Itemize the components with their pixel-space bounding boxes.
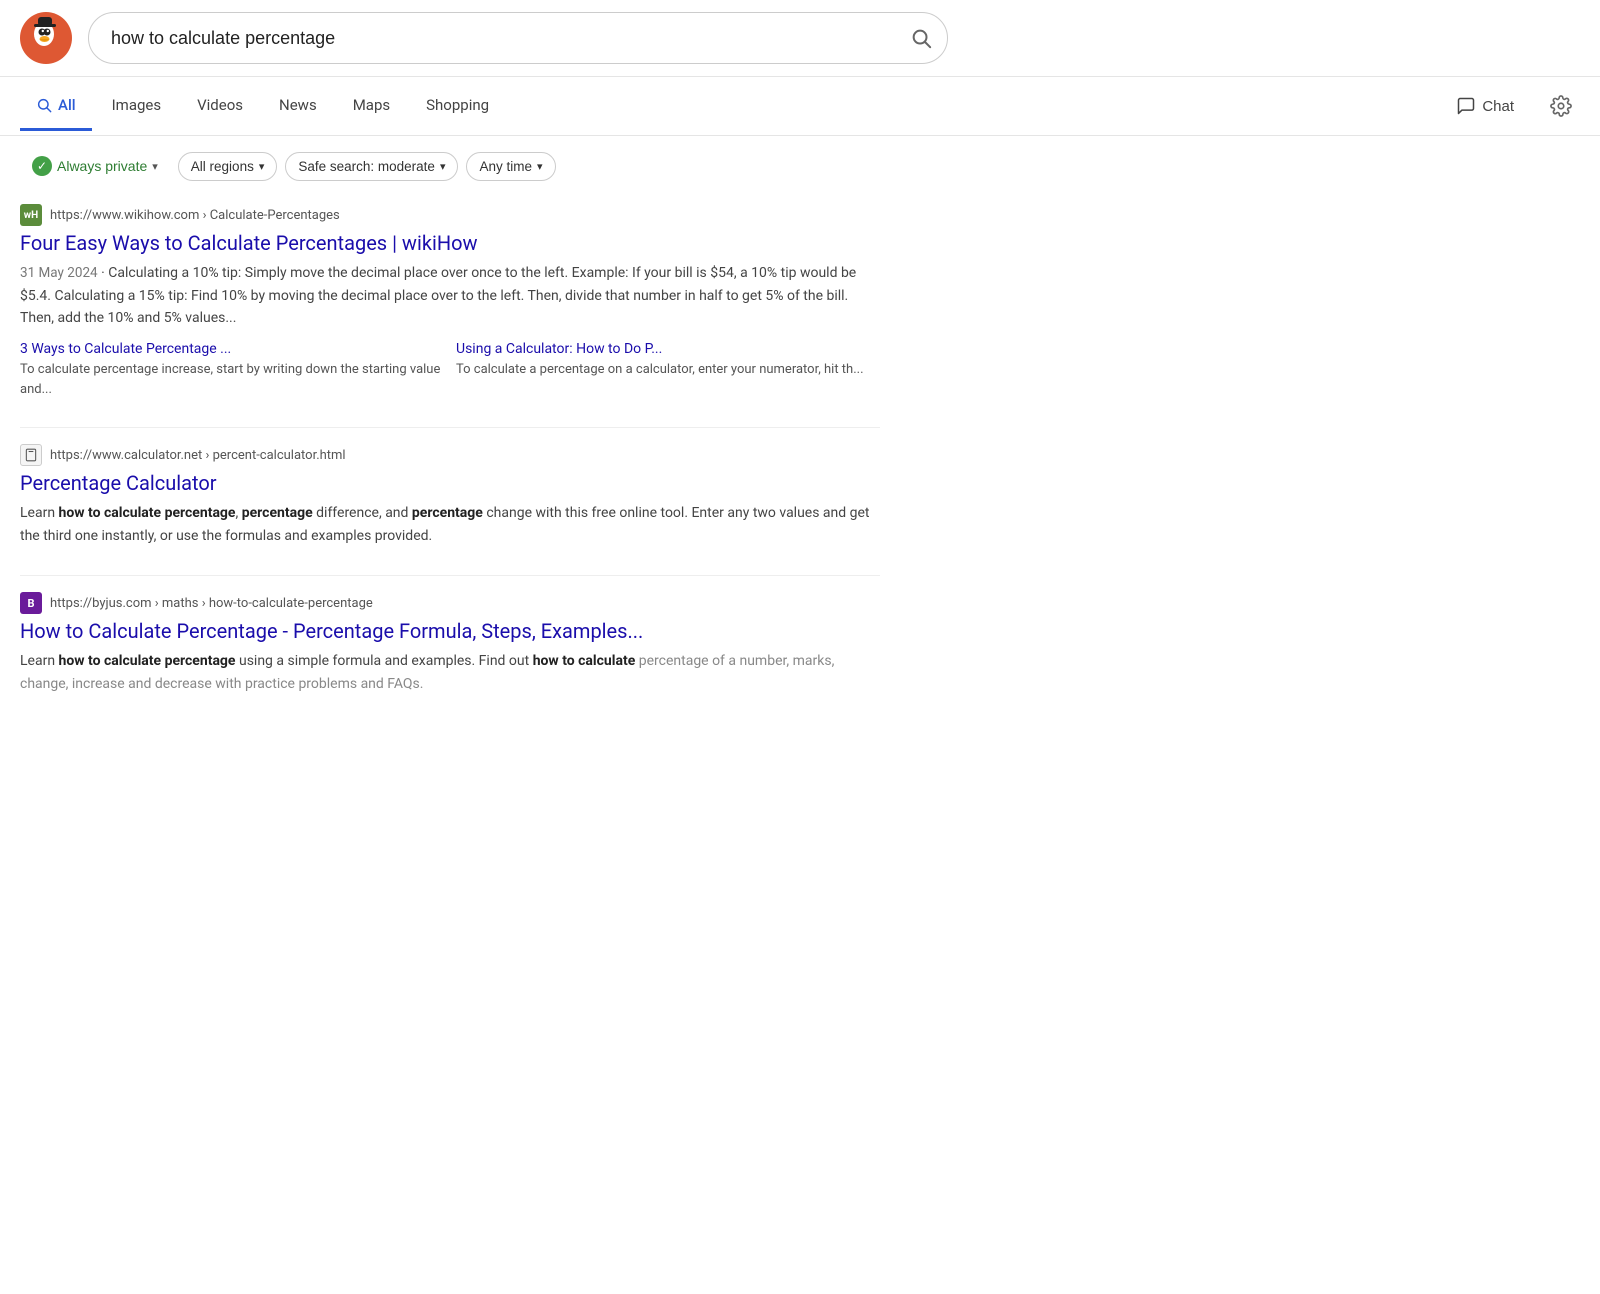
result-divider: [20, 427, 880, 428]
regions-filter-button[interactable]: All regions ▾: [178, 152, 278, 181]
result-url: https://www.calculator.net › percent-cal…: [50, 448, 346, 463]
private-check-icon: ✓: [32, 156, 52, 176]
search-icon: [36, 97, 52, 113]
result-snippet: Learn how to calculate percentage, perce…: [20, 502, 880, 547]
result-title-link[interactable]: Four Easy Ways to Calculate Percentages …: [20, 230, 880, 256]
tab-news[interactable]: News: [263, 82, 333, 131]
result-title-link[interactable]: Percentage Calculator: [20, 470, 880, 496]
tab-shopping[interactable]: Shopping: [410, 82, 505, 131]
result-item: B https://byjus.com › maths › how-to-cal…: [20, 592, 880, 695]
chat-button[interactable]: Chat: [1444, 88, 1526, 124]
sub-link-desc: To calculate percentage increase, start …: [20, 362, 440, 397]
result-url-row: https://www.calculator.net › percent-cal…: [20, 444, 880, 466]
result-snippet: 31 May 2024 · Calculating a 10% tip: Sim…: [20, 262, 880, 329]
gear-icon: [1550, 95, 1572, 117]
search-input[interactable]: [88, 12, 948, 64]
result-favicon: [20, 444, 42, 466]
tab-all[interactable]: All: [20, 82, 92, 131]
sub-link-item: Using a Calculator: How to Do P... To ca…: [456, 341, 880, 399]
chevron-down-icon: ▾: [440, 160, 446, 173]
chevron-down-icon: ▾: [537, 160, 543, 173]
search-icon: [910, 27, 932, 49]
chat-icon: [1456, 96, 1476, 116]
result-url: https://byjus.com › maths › how-to-calcu…: [50, 596, 373, 611]
safe-search-filter-button[interactable]: Safe search: moderate ▾: [285, 152, 458, 181]
tab-images[interactable]: Images: [96, 82, 178, 131]
result-item: wH https://www.wikihow.com › Calculate-P…: [20, 204, 880, 399]
result-title-link[interactable]: How to Calculate Percentage - Percentage…: [20, 618, 880, 644]
sub-link-desc: To calculate a percentage on a calculato…: [456, 362, 864, 377]
nav-left: All Images Videos News Maps Shopping: [20, 82, 1444, 131]
results-container: wH https://www.wikihow.com › Calculate-P…: [0, 196, 900, 743]
result-url-row: wH https://www.wikihow.com › Calculate-P…: [20, 204, 880, 226]
calculator-icon: [24, 448, 38, 462]
tab-videos[interactable]: Videos: [181, 82, 259, 131]
settings-button[interactable]: [1542, 87, 1580, 125]
filters-bar: ✓ Always private ▾ All regions ▾ Safe se…: [0, 136, 1600, 196]
sub-link-title[interactable]: 3 Ways to Calculate Percentage ...: [20, 341, 444, 357]
chevron-down-icon: ▾: [152, 160, 158, 173]
result-favicon: B: [20, 592, 42, 614]
time-filter-button[interactable]: Any time ▾: [466, 152, 555, 181]
search-bar-container: [88, 12, 948, 64]
result-snippet: Learn how to calculate percentage using …: [20, 650, 880, 695]
always-private-button[interactable]: ✓ Always private ▾: [20, 150, 170, 182]
logo[interactable]: [20, 12, 72, 64]
result-item: https://www.calculator.net › percent-cal…: [20, 444, 880, 547]
result-url-row: B https://byjus.com › maths › how-to-cal…: [20, 592, 880, 614]
sub-link-item: 3 Ways to Calculate Percentage ... To ca…: [20, 341, 444, 399]
nav-right: Chat: [1444, 77, 1580, 135]
nav-tabs: All Images Videos News Maps Shopping Cha…: [0, 77, 1600, 136]
result-date: 31 May 2024: [20, 265, 98, 281]
header: [0, 0, 1600, 77]
chevron-down-icon: ▾: [259, 160, 265, 173]
result-divider: [20, 575, 880, 576]
sub-link-title[interactable]: Using a Calculator: How to Do P...: [456, 341, 880, 357]
sub-links: 3 Ways to Calculate Percentage ... To ca…: [20, 341, 880, 399]
tab-maps[interactable]: Maps: [337, 82, 406, 131]
search-submit-button[interactable]: [910, 27, 932, 49]
result-favicon: wH: [20, 204, 42, 226]
result-url: https://www.wikihow.com › Calculate-Perc…: [50, 208, 340, 223]
